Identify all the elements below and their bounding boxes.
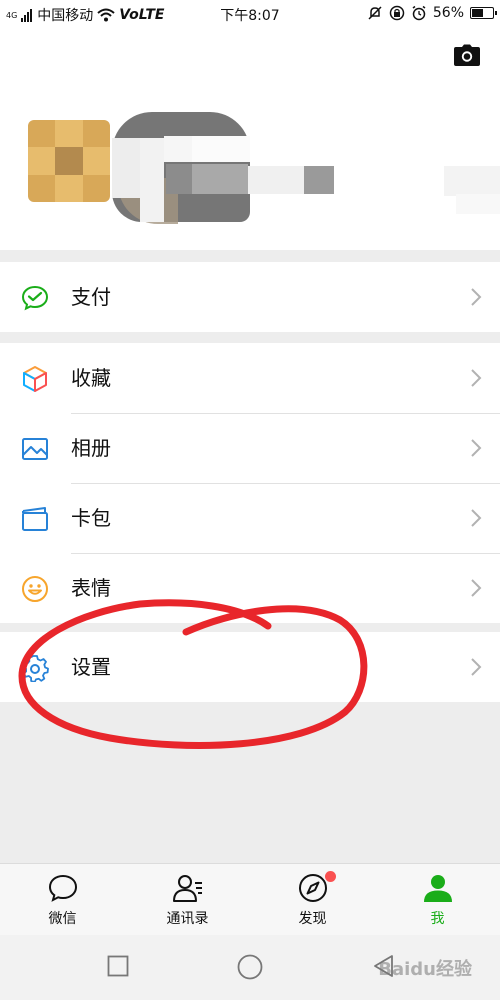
- tab-label: 我: [430, 911, 445, 927]
- menu-item-label: 相册: [71, 436, 111, 460]
- tab-me[interactable]: 我: [375, 864, 500, 935]
- menu-item-label: 卡包: [71, 506, 111, 530]
- tab-label: 发现: [298, 911, 327, 927]
- chevron-right-icon: [471, 369, 482, 387]
- chevron-right-icon: [471, 509, 482, 527]
- status-bar: 4G 中国移动 VoLTE 下午8:07 56%: [0, 0, 500, 28]
- contacts-icon: [172, 875, 202, 902]
- menu-item-label: 表情: [71, 576, 111, 600]
- battery-percent: 56%: [432, 5, 464, 21]
- chevron-right-icon: [471, 579, 482, 597]
- tab-contacts[interactable]: 通讯录: [125, 864, 250, 935]
- tab-label: 微信: [48, 911, 77, 927]
- gear-icon: [22, 655, 49, 682]
- bottom-tab-bar: 微信 通讯录 发现 我: [0, 863, 500, 935]
- menu-item-stickers[interactable]: 表情: [0, 553, 500, 623]
- settings-group: 设置: [0, 632, 500, 702]
- lock-rotation-icon: [389, 5, 405, 21]
- cube-icon: [23, 366, 47, 392]
- profile-header[interactable]: [0, 28, 500, 250]
- tab-label: 通讯录: [166, 911, 209, 927]
- menu-item-favorites[interactable]: 收藏: [0, 343, 500, 413]
- chevron-right-icon: [471, 288, 482, 306]
- features-group: 收藏 相册 卡包 表情: [0, 343, 500, 623]
- compass-icon: [298, 874, 327, 902]
- menu-item-pay[interactable]: 支付: [0, 262, 500, 332]
- menu-item-album[interactable]: 相册: [0, 413, 500, 483]
- recents-square-icon[interactable]: [107, 955, 129, 977]
- card-wallet-icon: [22, 507, 48, 531]
- avatar[interactable]: [28, 120, 110, 202]
- menu-item-label: 收藏: [71, 366, 111, 390]
- chevron-right-icon: [471, 439, 482, 457]
- chat-bubble-icon: [48, 874, 77, 902]
- tab-chats[interactable]: 微信: [0, 864, 125, 935]
- chevron-right-icon: [471, 658, 482, 676]
- watermark: Baidu经验: [378, 959, 472, 980]
- mute-icon: [368, 6, 382, 20]
- pay-group: 支付: [0, 262, 500, 332]
- alarm-icon: [412, 5, 426, 21]
- menu-item-settings[interactable]: 设置: [0, 632, 500, 702]
- tab-discover[interactable]: 发现: [250, 864, 375, 935]
- home-circle-icon[interactable]: [237, 954, 263, 980]
- notification-badge: [324, 871, 336, 882]
- battery-icon: [470, 7, 497, 19]
- menu-item-label: 设置: [71, 655, 111, 679]
- menu-item-label: 支付: [71, 285, 111, 309]
- smiley-icon: [22, 576, 48, 602]
- album-icon: [22, 438, 48, 460]
- wechat-pay-icon: [21, 285, 49, 311]
- camera-icon[interactable]: [454, 44, 480, 66]
- menu-item-cards[interactable]: 卡包: [0, 483, 500, 553]
- person-icon: [423, 875, 452, 902]
